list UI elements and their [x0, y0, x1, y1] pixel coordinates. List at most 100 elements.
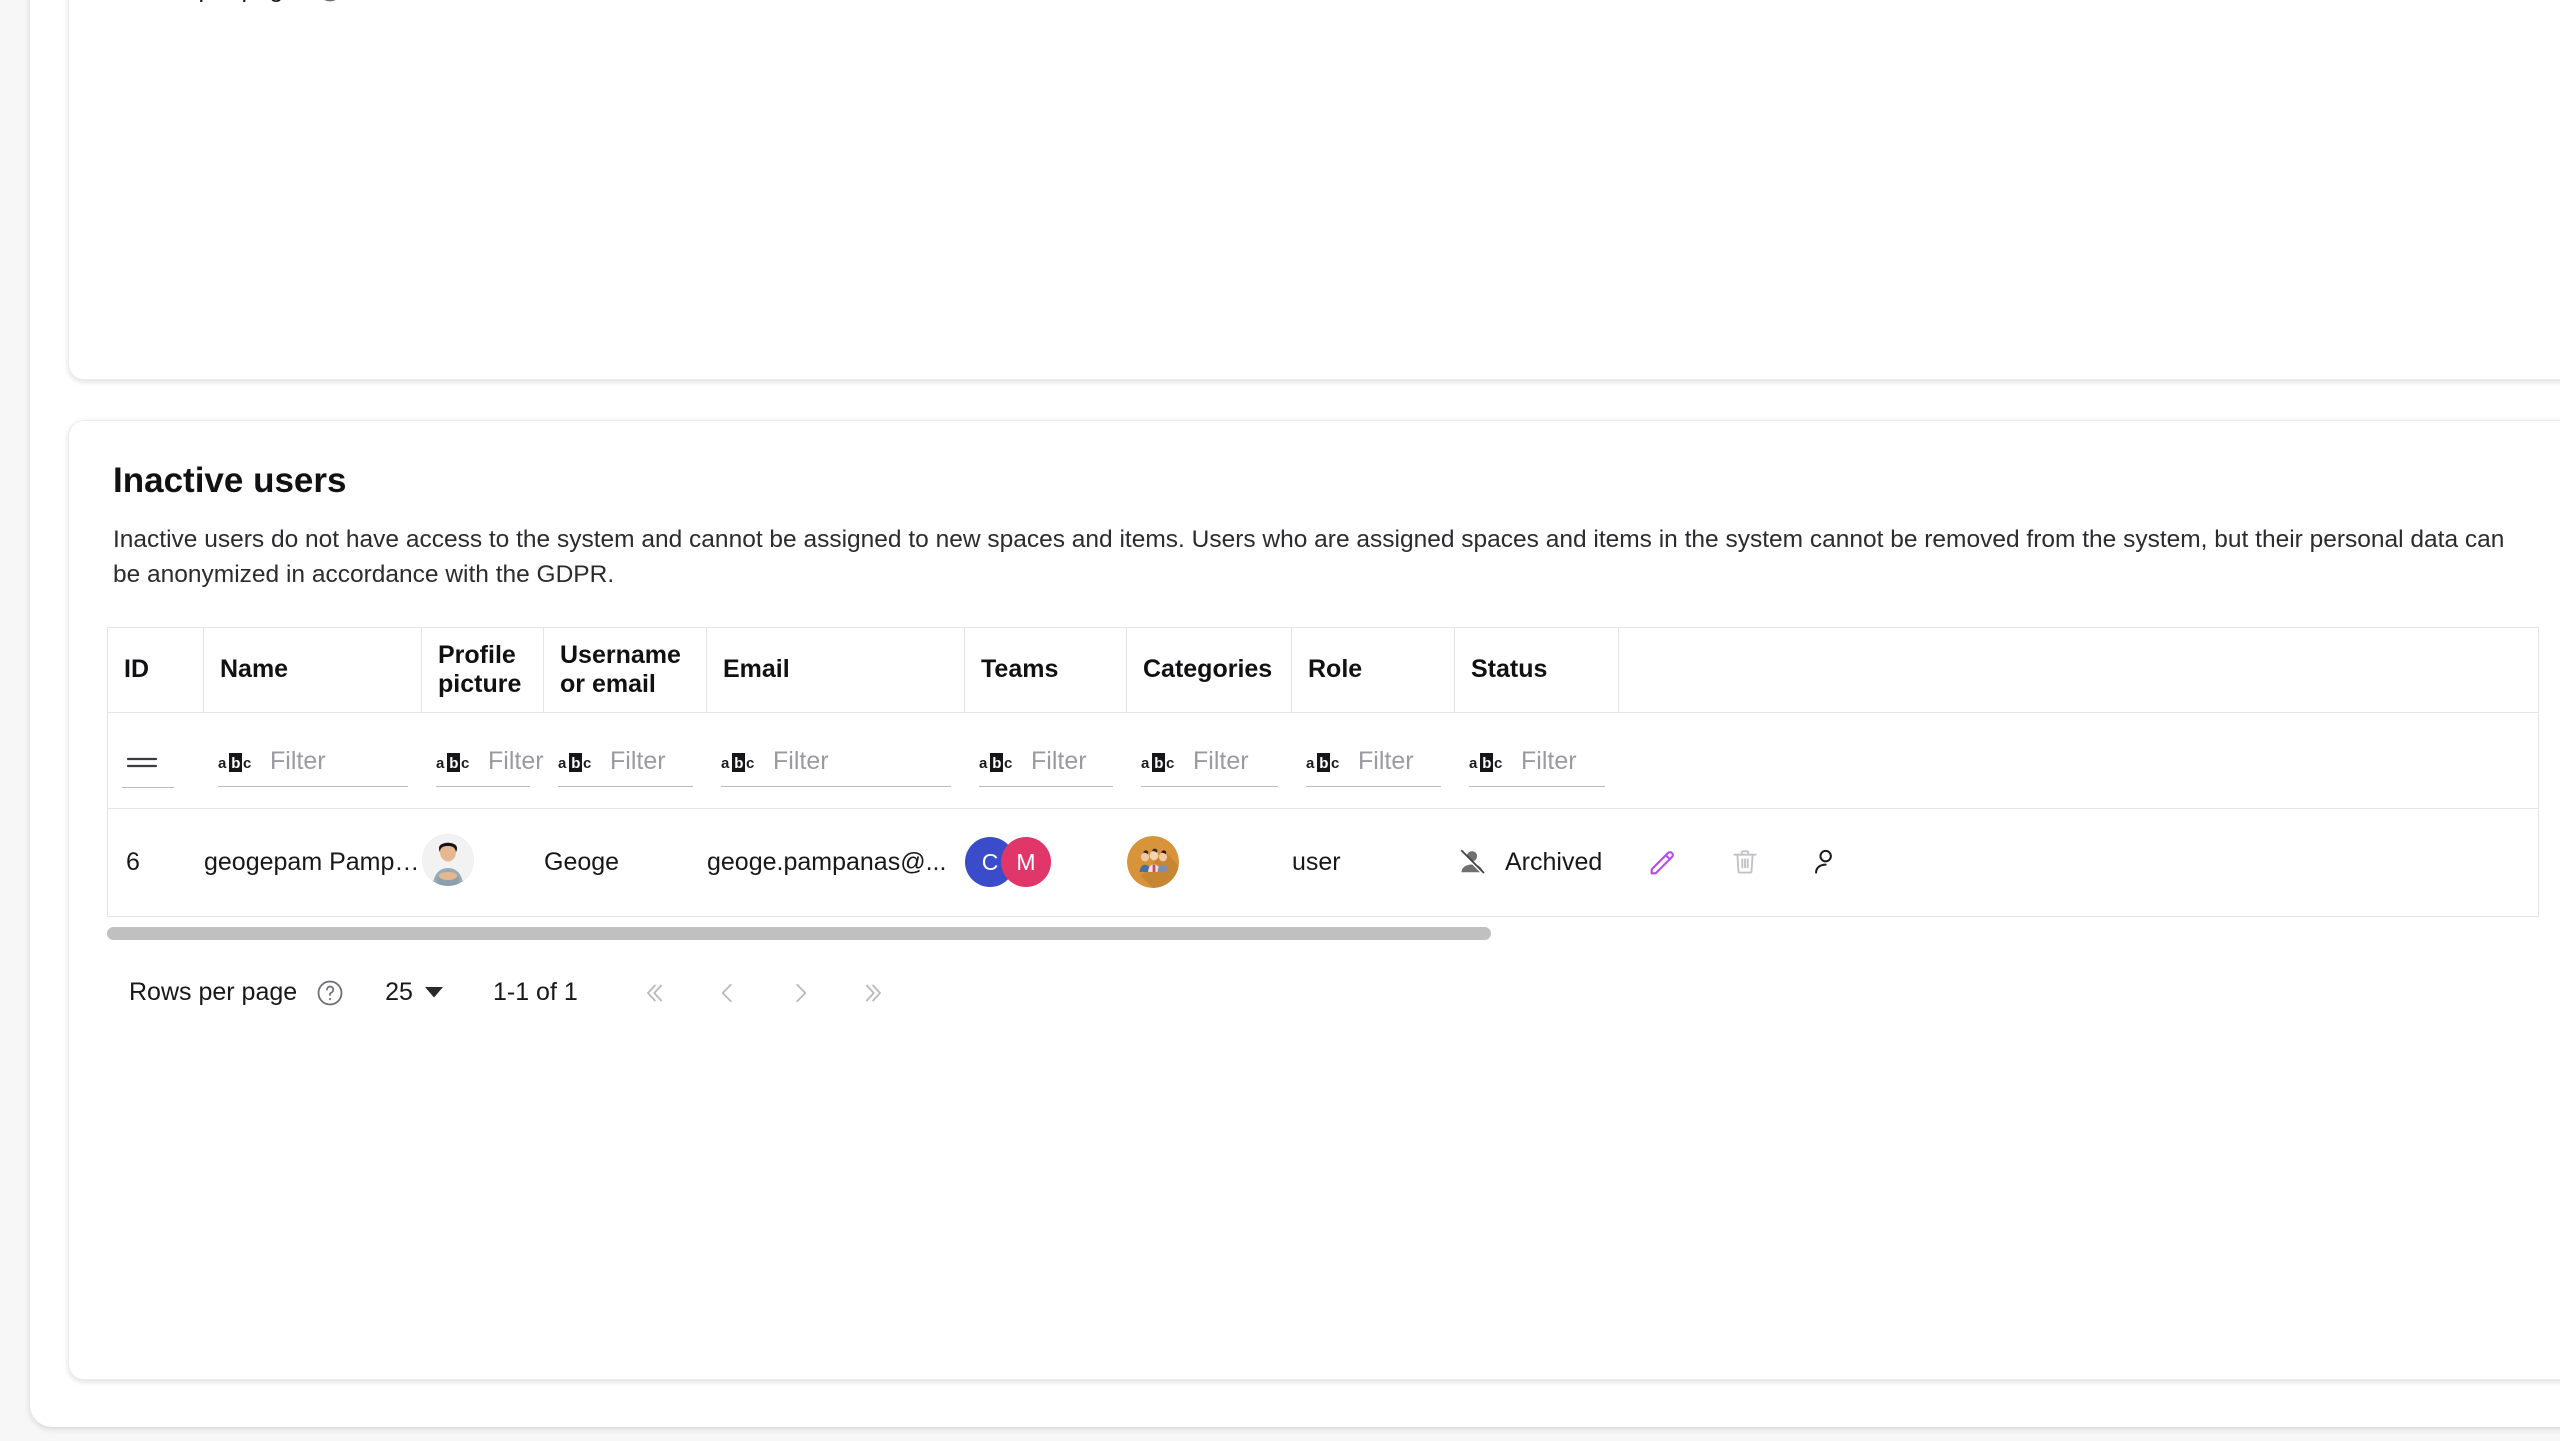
filter-placeholder: Filter — [270, 747, 326, 776]
active-users-card: 2Nicola ZorklerNicolanicola.zorkler@boo.… — [68, 0, 2560, 380]
svg-text:a: a — [558, 755, 567, 772]
svg-text:b: b — [231, 755, 240, 772]
team-chip: M — [1001, 837, 1051, 888]
inactive-users-table: 6 geogepam Pampan... Geoge geoge.pampanas@.… — [107, 808, 2539, 917]
abc-filter-icon: abc — [1141, 749, 1177, 775]
cell-username: Geoge — [544, 848, 707, 877]
column-header-email[interactable]: Email — [707, 627, 965, 712]
rows-per-page-label: Rows per page — [129, 978, 298, 1007]
filter-cell-3: a b c Filter — [544, 713, 707, 808]
inactive-users-header: Inactive users Inactive users do not hav… — [69, 421, 2560, 593]
svg-text:a: a — [436, 755, 445, 772]
filter-input-wrapper[interactable]: a b c Filter — [1141, 747, 1278, 788]
svg-text:a: a — [1306, 755, 1315, 772]
cell-email: geoge.pampanas@... — [707, 848, 965, 877]
help-circle-icon[interactable] — [313, 0, 347, 6]
filter-input-wrapper[interactable]: a b c Filter — [218, 747, 408, 788]
cell-email-text: geoge.pampanas@... — [707, 847, 947, 876]
filter-input-wrapper[interactable]: a b c Filter — [1306, 747, 1441, 788]
double-chevron-left-icon[interactable] — [616, 0, 690, 15]
svg-text:a: a — [721, 755, 730, 772]
filter-cell-7: a b c Filter — [1292, 713, 1455, 808]
inactive-table-hscrollbar[interactable] — [69, 920, 2560, 947]
column-header-teams[interactable]: Teams — [965, 627, 1127, 712]
filter-cell-2: a b c Filter — [422, 713, 544, 808]
rows-per-page-value: 25 — [385, 0, 413, 4]
inactive-users-title: Inactive users — [113, 461, 347, 500]
id-filter[interactable] — [122, 747, 174, 788]
equals-icon — [122, 747, 162, 777]
abc-filter-icon: abc — [979, 749, 1015, 775]
filter-cell-8: a b c Filter — [1455, 713, 1619, 808]
double-chevron-left-icon[interactable] — [616, 967, 690, 1019]
help-circle-icon[interactable] — [313, 976, 347, 1010]
svg-text:b: b — [992, 755, 1001, 772]
filter-placeholder: Filter — [1521, 747, 1577, 776]
edit-button[interactable] — [1637, 836, 1689, 888]
cell-id: 6 — [108, 848, 204, 877]
category-icon-group — [1127, 836, 1292, 889]
filter-input-wrapper[interactable]: a b c Filter — [721, 747, 951, 788]
double-chevron-right-icon[interactable] — [838, 0, 912, 15]
delete-button-disabled — [1719, 836, 1771, 888]
column-header-profile-picture[interactable]: Profile picture — [422, 627, 544, 712]
filter-input-wrapper[interactable]: a b c Filter — [1469, 747, 1605, 788]
filter-cell-5: a b c Filter — [965, 713, 1127, 808]
svg-text:a: a — [1141, 755, 1150, 772]
filter-placeholder: Filter — [773, 747, 829, 776]
rows-per-page-value: 25 — [385, 978, 413, 1007]
column-header-actions[interactable] — [1619, 628, 1839, 712]
filter-input-wrapper[interactable]: a b c Filter — [436, 747, 544, 788]
abc-filter-icon: abc — [1469, 749, 1505, 775]
cell-role: user — [1292, 848, 1455, 877]
column-header-name[interactable]: Name — [204, 627, 422, 712]
inactive-users-description: Inactive users do not have access to the… — [113, 526, 2505, 588]
filter-cell-4: a b c Filter — [707, 713, 965, 808]
chevron-left-icon[interactable] — [690, 967, 764, 1019]
filter-input-wrapper[interactable]: a b c Filter — [979, 747, 1113, 788]
team-chip-group: CM — [965, 837, 1127, 888]
inactive-table-header-row: ID Name Profile picture Username or email Em… — [107, 626, 2539, 713]
caret-down-icon — [424, 987, 443, 998]
page-root: 2Nicola ZorklerNicolanicola.zorkler@boo.… — [0, 0, 2560, 1441]
cell-status: Archived — [1455, 836, 1619, 888]
person-off-icon — [1455, 836, 1489, 888]
rows-per-page-select[interactable]: 25 — [385, 978, 443, 1007]
filter-input-wrapper[interactable]: a b c Filter — [558, 747, 693, 788]
cell-actions — [1619, 836, 1839, 888]
column-header-role[interactable]: Role — [1292, 627, 1455, 712]
pagination-range: 1-5 of 5 — [493, 0, 578, 4]
svg-text:b: b — [734, 755, 743, 772]
abc-filter-icon: abc — [1306, 749, 1342, 775]
column-header-username-or-email[interactable]: Username or email — [544, 627, 707, 712]
double-chevron-right-icon[interactable] — [838, 967, 912, 1019]
svg-text:c: c — [1494, 755, 1502, 772]
svg-text:c: c — [461, 755, 469, 772]
pagination-nav — [616, 0, 912, 15]
chevron-left-icon[interactable] — [690, 0, 764, 15]
chevron-right-icon[interactable] — [764, 967, 838, 1019]
filter-cell-6: a b c Filter — [1127, 713, 1292, 808]
svg-text:a: a — [218, 755, 227, 772]
team-icon — [1127, 836, 1179, 889]
cell-id-text: 6 — [126, 847, 140, 876]
column-header-status[interactable]: Status — [1455, 627, 1619, 712]
filter-placeholder: Filter — [1358, 747, 1414, 776]
column-header-id[interactable]: ID — [108, 627, 204, 712]
abc-filter-icon: abc — [721, 749, 757, 775]
inactive-table-hscrollbar-thumb[interactable] — [107, 926, 1491, 940]
filter-placeholder: Filter — [488, 747, 544, 776]
column-header-categories[interactable]: Categories — [1127, 627, 1292, 712]
inactive-users-card: Inactive users Inactive users do not hav… — [68, 420, 2560, 1380]
abc-filter-icon: abc — [558, 749, 594, 775]
svg-text:b: b — [1319, 755, 1328, 772]
chevron-right-icon[interactable] — [764, 0, 838, 15]
rows-per-page-select[interactable]: 25 — [385, 0, 443, 4]
filter-cell-0 — [108, 713, 204, 808]
cell-name-text: geogepam Pampan... — [204, 847, 422, 876]
status-label: Archived — [1505, 847, 1603, 876]
svg-text:b: b — [449, 755, 458, 772]
restore-user-button[interactable] — [1801, 836, 1853, 888]
cell-teams: CM — [965, 837, 1127, 888]
abc-filter-icon: abc — [436, 749, 472, 775]
